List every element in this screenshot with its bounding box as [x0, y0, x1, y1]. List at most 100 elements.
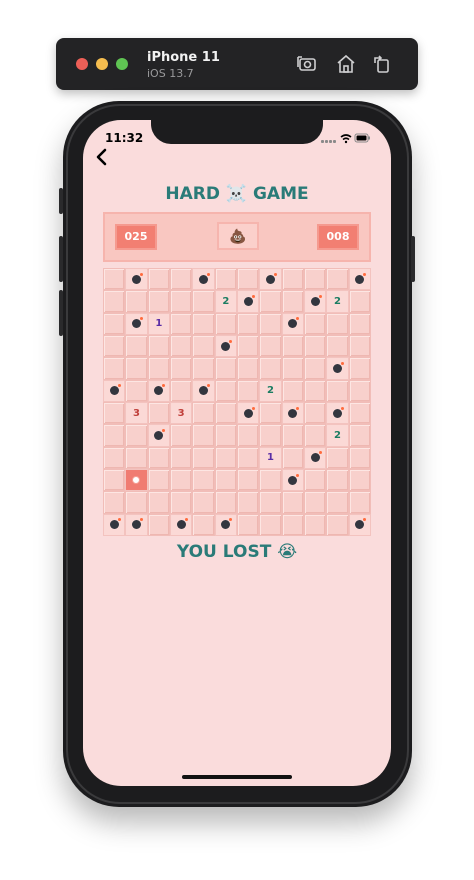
hidden-cell[interactable] [326, 446, 349, 469]
hidden-cell[interactable] [103, 424, 126, 447]
hidden-cell[interactable] [348, 379, 371, 402]
hidden-cell[interactable] [236, 268, 260, 291]
hidden-cell[interactable] [259, 424, 282, 447]
hidden-cell[interactable] [103, 491, 126, 514]
hidden-cell[interactable] [259, 468, 282, 492]
hidden-cell[interactable] [303, 312, 327, 335]
hidden-cell[interactable] [147, 334, 170, 358]
hidden-cell[interactable] [192, 446, 215, 469]
hidden-cell[interactable] [259, 401, 282, 425]
hidden-cell[interactable] [125, 446, 148, 469]
mine-cell[interactable] [236, 290, 260, 313]
reset-face-button[interactable]: 💩 [217, 222, 259, 250]
rotate-icon[interactable] [370, 52, 394, 76]
hidden-cell[interactable] [214, 379, 237, 402]
mine-cell[interactable] [169, 513, 193, 536]
hidden-cell[interactable] [192, 312, 215, 335]
hidden-cell[interactable] [236, 491, 260, 514]
hidden-cell[interactable] [103, 268, 126, 291]
hidden-cell[interactable] [236, 446, 260, 469]
number-cell[interactable]: 3 [125, 401, 148, 425]
mine-cell[interactable] [281, 401, 304, 425]
hidden-cell[interactable] [103, 446, 126, 469]
hidden-cell[interactable] [192, 513, 215, 536]
hidden-cell[interactable] [348, 357, 371, 380]
hidden-cell[interactable] [236, 379, 260, 402]
mine-cell[interactable] [125, 513, 148, 536]
exploded-mine-cell[interactable] [125, 468, 148, 492]
hidden-cell[interactable] [236, 357, 260, 380]
hidden-cell[interactable] [103, 290, 126, 313]
hidden-cell[interactable] [303, 513, 327, 536]
hidden-cell[interactable] [214, 424, 237, 447]
hidden-cell[interactable] [303, 268, 327, 291]
mine-cell[interactable] [147, 424, 170, 447]
mine-cell[interactable] [326, 401, 349, 425]
mine-cell[interactable] [192, 379, 215, 402]
mine-cell[interactable] [236, 401, 260, 425]
mine-cell[interactable] [192, 268, 215, 291]
hidden-cell[interactable] [236, 424, 260, 447]
minimize-window-button[interactable] [96, 58, 108, 70]
hidden-cell[interactable] [214, 312, 237, 335]
hidden-cell[interactable] [281, 379, 304, 402]
hidden-cell[interactable] [259, 334, 282, 358]
hidden-cell[interactable] [169, 312, 193, 335]
hidden-cell[interactable] [214, 401, 237, 425]
hidden-cell[interactable] [281, 334, 304, 358]
hidden-cell[interactable] [214, 468, 237, 492]
hidden-cell[interactable] [303, 468, 327, 492]
hidden-cell[interactable] [147, 268, 170, 291]
hidden-cell[interactable] [303, 401, 327, 425]
hidden-cell[interactable] [348, 334, 371, 358]
hidden-cell[interactable] [214, 446, 237, 469]
hidden-cell[interactable] [169, 334, 193, 358]
hidden-cell[interactable] [147, 290, 170, 313]
mine-cell[interactable] [348, 268, 371, 291]
mine-cell[interactable] [103, 513, 126, 536]
hidden-cell[interactable] [281, 290, 304, 313]
hidden-cell[interactable] [303, 357, 327, 380]
hidden-cell[interactable] [259, 513, 282, 536]
hidden-cell[interactable] [348, 424, 371, 447]
hidden-cell[interactable] [326, 379, 349, 402]
hidden-cell[interactable] [192, 468, 215, 492]
hidden-cell[interactable] [147, 401, 170, 425]
home-indicator[interactable] [182, 775, 292, 779]
number-cell[interactable]: 1 [147, 312, 170, 335]
hidden-cell[interactable] [192, 424, 215, 447]
hidden-cell[interactable] [259, 312, 282, 335]
hidden-cell[interactable] [125, 334, 148, 358]
hidden-cell[interactable] [169, 379, 193, 402]
hidden-cell[interactable] [103, 334, 126, 358]
hidden-cell[interactable] [348, 446, 371, 469]
hidden-cell[interactable] [303, 424, 327, 447]
hidden-cell[interactable] [169, 468, 193, 492]
hidden-cell[interactable] [125, 290, 148, 313]
hidden-cell[interactable] [326, 334, 349, 358]
hidden-cell[interactable] [259, 290, 282, 313]
hidden-cell[interactable] [281, 424, 304, 447]
hidden-cell[interactable] [169, 357, 193, 380]
hidden-cell[interactable] [348, 468, 371, 492]
hidden-cell[interactable] [214, 357, 237, 380]
hidden-cell[interactable] [348, 491, 371, 514]
hidden-cell[interactable] [125, 491, 148, 514]
number-cell[interactable]: 2 [326, 290, 349, 313]
mine-cell[interactable] [281, 468, 304, 492]
hidden-cell[interactable] [281, 446, 304, 469]
close-window-button[interactable] [76, 58, 88, 70]
screenshot-icon[interactable] [295, 52, 319, 76]
hidden-cell[interactable] [281, 513, 304, 536]
hidden-cell[interactable] [303, 334, 327, 358]
hidden-cell[interactable] [125, 357, 148, 380]
mine-cell[interactable] [147, 379, 170, 402]
hidden-cell[interactable] [192, 401, 215, 425]
hidden-cell[interactable] [147, 357, 170, 380]
hidden-cell[interactable] [348, 290, 371, 313]
hidden-cell[interactable] [169, 424, 193, 447]
hidden-cell[interactable] [236, 334, 260, 358]
hidden-cell[interactable] [214, 491, 237, 514]
hidden-cell[interactable] [147, 491, 170, 514]
hidden-cell[interactable] [192, 357, 215, 380]
